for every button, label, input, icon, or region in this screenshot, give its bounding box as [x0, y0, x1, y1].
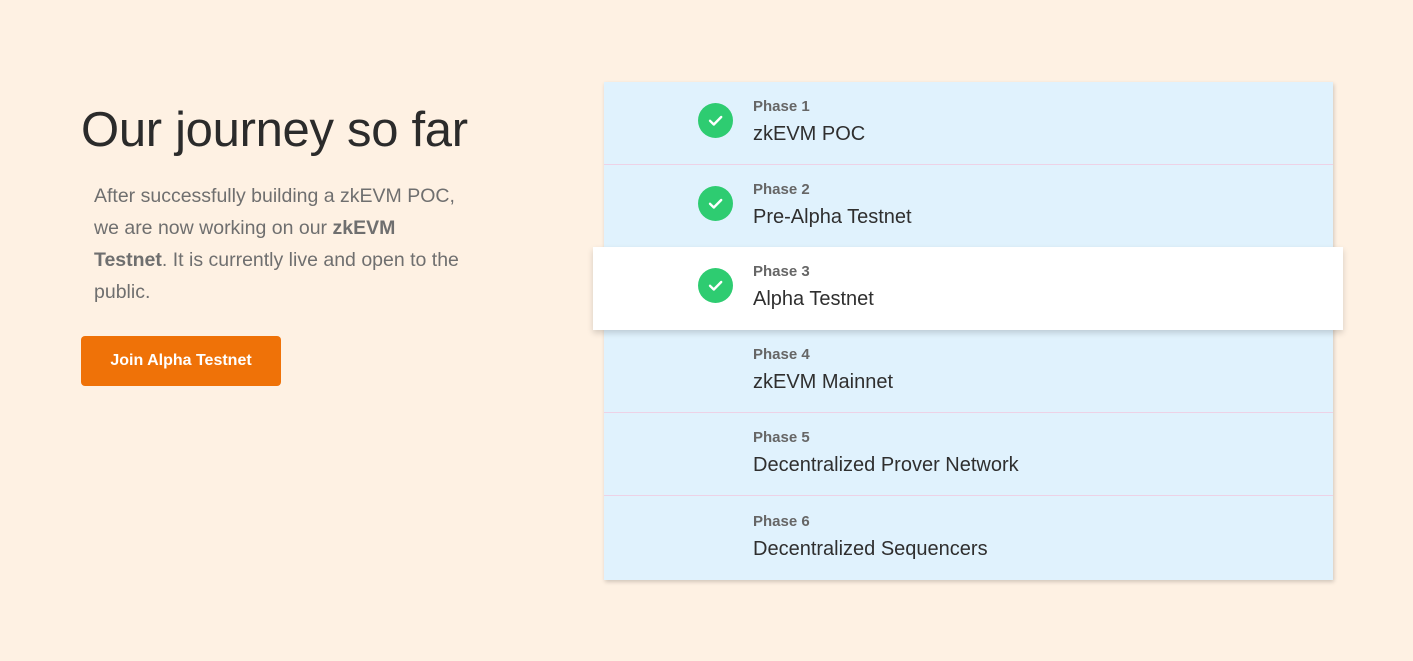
phase-item-2[interactable]: Phase 2 Pre-Alpha Testnet — [604, 165, 1333, 248]
check-circle-icon — [698, 186, 733, 221]
phase-label: Phase 2 — [753, 181, 810, 198]
phase-item-4[interactable]: Phase 4 zkEVM Mainnet — [604, 330, 1333, 413]
phase-name: zkEVM Mainnet — [753, 371, 894, 393]
phase-name: Decentralized Sequencers — [753, 538, 988, 560]
phase-timeline: Phase 1 zkEVM POC Phase 2 Pre-Alpha Test… — [593, 82, 1343, 580]
check-circle-icon — [698, 103, 733, 138]
phase-label: Phase 4 — [753, 346, 810, 363]
page-title: Our journey so far — [81, 103, 468, 157]
phase-name: zkEVM POC — [753, 123, 866, 145]
phase-name: Pre-Alpha Testnet — [753, 206, 912, 228]
description-text-start: After successfully building a zkEVM POC,… — [94, 185, 455, 239]
join-alpha-testnet-button[interactable]: Join Alpha Testnet — [81, 336, 281, 386]
phase-label: Phase 5 — [753, 429, 810, 446]
phase-label: Phase 3 — [753, 263, 810, 280]
phase-label: Phase 6 — [753, 513, 810, 530]
check-circle-icon — [698, 268, 733, 303]
phase-name: Alpha Testnet — [753, 288, 874, 310]
hero-description: After successfully building a zkEVM POC,… — [94, 180, 464, 308]
phase-label: Phase 1 — [753, 98, 810, 115]
phase-name: Decentralized Prover Network — [753, 454, 1019, 476]
hero-section: Our journey so far After successfully bu… — [81, 100, 511, 308]
phase-item-6[interactable]: Phase 6 Decentralized Sequencers — [604, 497, 1333, 580]
phase-item-3[interactable]: Phase 3 Alpha Testnet — [593, 247, 1343, 330]
phase-item-5[interactable]: Phase 5 Decentralized Prover Network — [604, 413, 1333, 496]
phase-item-1[interactable]: Phase 1 zkEVM POC — [604, 82, 1333, 165]
